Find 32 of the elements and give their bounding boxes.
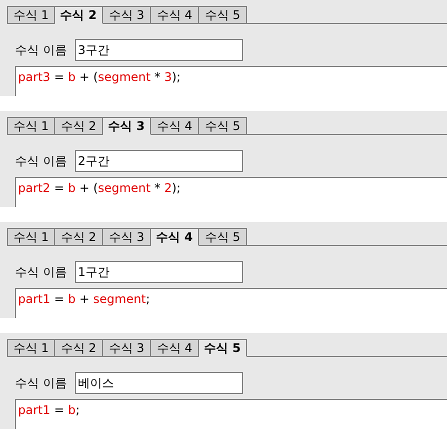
formula-tab[interactable]: 수식 3 [103,228,151,246]
formula-name-field[interactable]: 3구간 [74,39,243,61]
formula-tab[interactable]: 수식 4 [151,339,199,357]
code-editor[interactable]: part1 = b; [15,399,447,429]
formula-tab[interactable]: 수식 2 [55,339,103,357]
formula-name-field[interactable]: 1구간 [74,261,243,283]
formula-name-label: 수식 이름 [15,374,67,392]
formula-tab[interactable]: 수식 4 [151,228,199,246]
formula-tab[interactable]: 수식 1 [7,339,55,357]
formula-tab[interactable]: 수식 3 [103,339,151,357]
formula-tab[interactable]: 수식 4 [151,117,199,135]
formula-tab[interactable]: 수식 2 [55,6,103,24]
formula-tab[interactable]: 수식 5 [199,339,247,357]
code-editor[interactable]: part2 = b + (segment * 2); [15,177,447,207]
formula-tab[interactable]: 수식 1 [7,228,55,246]
formula-name-label: 수식 이름 [15,42,67,58]
formula-tab[interactable]: 수식 3 [103,117,151,135]
formula-tab[interactable]: 수식 3 [103,6,151,24]
formula-tab[interactable]: 수식 1 [7,6,55,24]
formula-tab[interactable]: 수식 5 [199,117,247,135]
formula-tab[interactable]: 수식 2 [55,228,103,246]
formula-tab[interactable]: 수식 4 [151,6,199,24]
formula-name-label: 수식 이름 [15,152,67,170]
code-editor[interactable]: part3 = b + (segment * 3); [15,66,447,96]
formula-tab[interactable]: 수식 5 [199,228,247,246]
formula-name-label: 수식 이름 [15,264,67,280]
formula-name-field[interactable]: 2구간 [74,150,243,172]
formula-tab[interactable]: 수식 2 [55,117,103,135]
formula-name-field[interactable]: 베이스 [74,372,243,394]
formula-tab[interactable]: 수식 5 [199,6,247,24]
code-editor[interactable]: part1 = b + segment; [15,288,447,318]
formula-tab[interactable]: 수식 1 [7,117,55,135]
